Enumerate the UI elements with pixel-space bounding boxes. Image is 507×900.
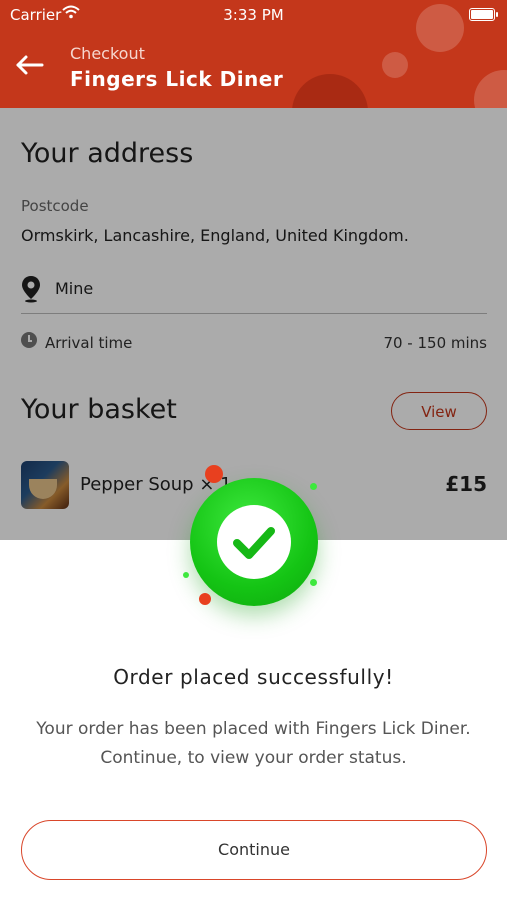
header-subtitle: Checkout	[70, 44, 145, 63]
confetti-dot	[205, 465, 223, 483]
confetti-dot	[199, 593, 211, 605]
confetti-dot	[183, 572, 189, 578]
back-arrow-icon	[16, 55, 44, 75]
checkmark-icon	[233, 527, 275, 559]
status-time: 3:33 PM	[223, 6, 284, 24]
modal-backdrop[interactable]	[0, 108, 507, 540]
success-badge	[190, 478, 318, 606]
continue-button[interactable]: Continue	[21, 820, 487, 880]
decor-bubble	[382, 52, 408, 78]
header-title: Fingers Lick Diner	[70, 67, 284, 91]
success-message: Your order has been placed with Fingers …	[36, 719, 471, 768]
status-bar: Carrier 3:33 PM	[0, 0, 507, 30]
decor-bubble	[292, 74, 368, 108]
decor-bubble	[474, 70, 507, 108]
confetti-dot	[310, 483, 317, 490]
back-button[interactable]	[12, 50, 46, 80]
confetti-dot	[310, 579, 317, 586]
battery-icon	[469, 8, 498, 21]
success-title: Order placed successfully!	[113, 665, 394, 689]
